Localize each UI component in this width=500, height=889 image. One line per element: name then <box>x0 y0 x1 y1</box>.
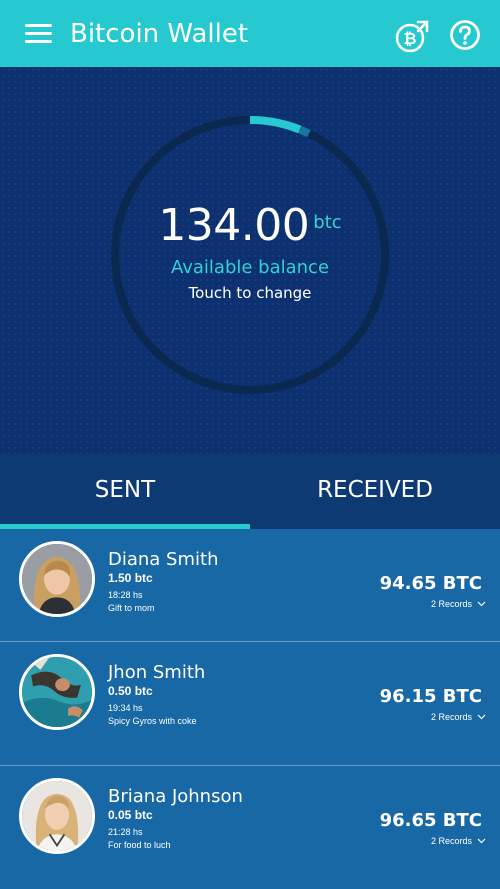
hamburger-menu-icon[interactable] <box>25 24 52 46</box>
avatar <box>19 778 95 854</box>
woman-blonde-avatar-2 <box>22 781 92 851</box>
balance-label: Available balance <box>170 257 330 278</box>
svg-text:₿: ₿ <box>403 29 416 48</box>
list-item[interactable]: Diana Smith 1.50 btc 18:28 hs Gift to mo… <box>0 529 500 653</box>
balance-amount: 134.00 <box>158 200 310 251</box>
woman-blonde-avatar <box>22 544 92 614</box>
records-label: 2 Records <box>430 836 472 846</box>
chevron-down-icon <box>477 714 486 720</box>
avatar <box>19 541 95 617</box>
transaction-note: For food to luch <box>108 840 171 850</box>
tab-sent[interactable]: SENT <box>0 454 250 529</box>
transaction-time: 21:28 hs <box>108 827 143 837</box>
transaction-note: Gift to mom <box>108 603 155 613</box>
transaction-total: 96.65 BTC <box>379 810 482 831</box>
list-item[interactable]: Briana Johnson 0.05 btc 21:28 hs For foo… <box>0 765 500 889</box>
chevron-down-icon <box>477 601 486 607</box>
records-label: 2 Records <box>430 712 472 722</box>
transaction-total: 96.15 BTC <box>379 686 482 707</box>
records-label: 2 Records <box>430 599 472 609</box>
transaction-time: 18:28 hs <box>108 590 143 600</box>
contact-name: Briana Johnson <box>108 786 243 807</box>
transaction-amount: 1.50 btc <box>108 571 153 585</box>
app-title: Bitcoin Wallet <box>70 19 249 49</box>
transaction-time: 19:34 hs <box>108 703 143 713</box>
balance-display: 134.00 btc <box>0 200 500 251</box>
help-circle-icon[interactable] <box>449 19 481 51</box>
chevron-down-icon <box>477 838 486 844</box>
balance-panel[interactable]: 134.00 btc Available balance Touch to cha… <box>0 67 500 454</box>
contact-name: Jhon Smith <box>108 662 206 683</box>
bitcoin-send-icon[interactable]: ₿ <box>394 18 430 54</box>
transaction-amount: 0.05 btc <box>108 808 153 822</box>
balance-hint[interactable]: Touch to change <box>0 284 500 302</box>
transaction-total: 94.65 BTC <box>379 573 482 594</box>
contact-name: Diana Smith <box>108 549 219 570</box>
records-toggle[interactable]: 2 Records <box>431 712 486 722</box>
transaction-amount: 0.50 btc <box>108 684 153 698</box>
balance-ring <box>111 116 389 394</box>
man-beach-avatar <box>22 657 92 727</box>
tab-bar: SENT RECEIVED <box>0 454 500 529</box>
list-item[interactable]: Jhon Smith 0.50 btc 19:34 hs Spicy Gyros… <box>0 641 500 765</box>
avatar <box>19 654 95 730</box>
records-toggle[interactable]: 2 Records <box>431 599 486 609</box>
balance-unit: btc <box>313 212 342 233</box>
tab-received[interactable]: RECEIVED <box>250 454 500 529</box>
records-toggle[interactable]: 2 Records <box>431 836 486 846</box>
transaction-note: Spicy Gyros with coke <box>108 716 197 726</box>
app-bar: Bitcoin Wallet ₿ <box>0 0 500 67</box>
transaction-list: Diana Smith 1.50 btc 18:28 hs Gift to mo… <box>0 529 500 889</box>
